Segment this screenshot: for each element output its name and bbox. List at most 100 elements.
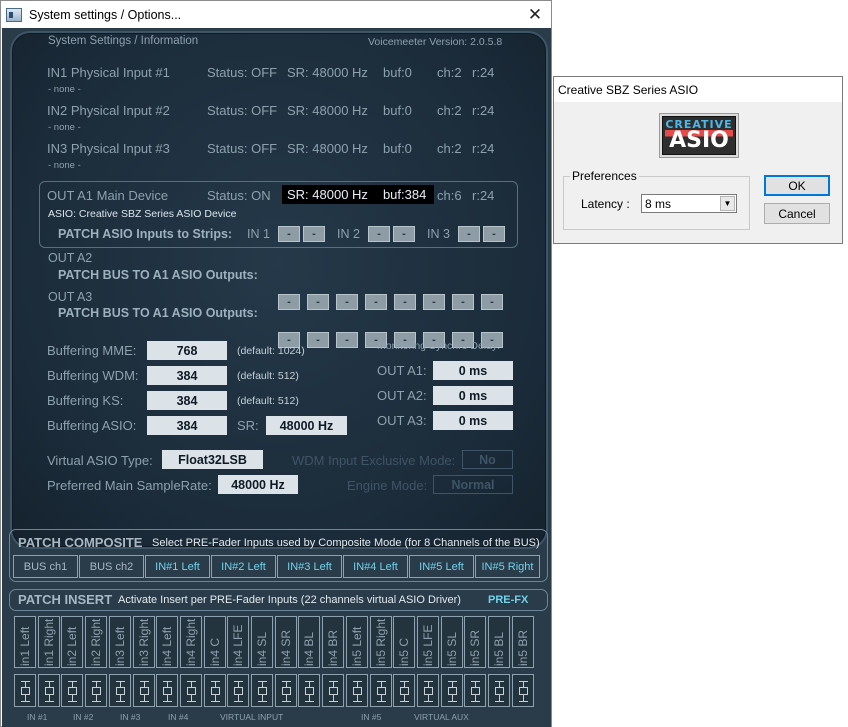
insert-line-icon xyxy=(495,701,504,702)
composite-button-6[interactable]: IN#4 Left xyxy=(343,555,408,578)
out-a1-name[interactable]: OUT A1 Main Device xyxy=(47,188,168,203)
patch-in2-left-button[interactable]: - xyxy=(368,226,390,242)
insert-channel-label: in5 LFE xyxy=(420,624,435,666)
latency-select[interactable]: 8 ms ▼ xyxy=(641,194,737,213)
composite-button-3[interactable]: IN#1 Left xyxy=(145,555,210,578)
patch-in3-right-button[interactable]: - xyxy=(483,226,505,242)
insert-toggle-button[interactable] xyxy=(488,674,510,707)
buffering-asio-value[interactable]: 384 xyxy=(147,416,227,435)
insert-channel-label: in3 Left xyxy=(112,626,127,666)
close-icon[interactable]: ✕ xyxy=(519,1,551,28)
insert-toggle-button[interactable] xyxy=(345,674,368,707)
out-a3-bus-3-button[interactable]: - xyxy=(336,332,358,348)
asio-dialog-title[interactable]: Creative SBZ Series ASIO xyxy=(554,77,842,102)
input-1-name[interactable]: IN1 Physical Input #1 xyxy=(47,65,170,80)
composite-button-7[interactable]: IN#5 Left xyxy=(409,555,474,578)
insert-line-icon xyxy=(68,701,78,702)
out-a2-name[interactable]: OUT A2 xyxy=(48,251,92,265)
patch-in1-left-button[interactable]: - xyxy=(278,226,300,242)
out-a2-bus-4-button[interactable]: - xyxy=(365,294,387,310)
composite-button-2[interactable]: BUS ch2 xyxy=(79,555,144,578)
insert-line-icon xyxy=(305,681,315,682)
chevron-down-icon[interactable]: ▼ xyxy=(720,196,735,211)
out-a2-bus-2-button[interactable]: - xyxy=(307,294,329,310)
out-a3-patch-label: PATCH BUS TO A1 ASIO Outputs: xyxy=(58,306,258,320)
insert-line-icon xyxy=(258,681,267,682)
app-icon xyxy=(6,7,22,22)
insert-toggle-button[interactable] xyxy=(132,674,155,707)
out-a2-bus-7-button[interactable]: - xyxy=(452,294,474,310)
insert-channel-label: in4 BL xyxy=(302,631,317,666)
insert-square-icon xyxy=(400,687,410,695)
out-a2-bus-5-button[interactable]: - xyxy=(394,294,416,310)
patch-insert-mode[interactable]: PRE-FX xyxy=(488,594,528,606)
patch-in2-right-button[interactable]: - xyxy=(393,226,415,242)
insert-toggle-button[interactable] xyxy=(14,674,36,707)
patch-in3-left-button[interactable]: - xyxy=(458,226,480,242)
composite-button-8[interactable]: IN#5 Right xyxy=(475,555,540,578)
cancel-button[interactable]: Cancel xyxy=(764,203,830,224)
insert-toggle-button[interactable] xyxy=(416,674,439,707)
insert-toggle-button[interactable] xyxy=(251,674,273,707)
insert-toggle-button[interactable] xyxy=(108,674,131,707)
insert-toggle-button[interactable] xyxy=(274,674,297,707)
composite-button-4[interactable]: IN#2 Left xyxy=(211,555,276,578)
asio-sr-label: SR: xyxy=(237,418,259,433)
insert-toggle-button[interactable] xyxy=(227,674,250,707)
patch-in3-label: IN 3 xyxy=(427,227,450,241)
insert-square-icon xyxy=(68,687,78,695)
insert-toggle-button[interactable] xyxy=(322,674,345,707)
buffering-wdm-value[interactable]: 384 xyxy=(147,366,227,385)
out-a3-bus-2-button[interactable]: - xyxy=(307,332,329,348)
input-2-device: - none - xyxy=(48,122,81,133)
input-1-ch: ch:2 xyxy=(437,65,462,80)
insert-toggle-button[interactable] xyxy=(511,674,534,707)
input-2-name[interactable]: IN2 Physical Input #2 xyxy=(47,103,170,118)
monitoring-a3-value[interactable]: 0 ms xyxy=(433,411,513,430)
insert-toggle-button[interactable] xyxy=(156,674,179,707)
insert-channel-label: in4 C xyxy=(207,637,222,666)
insert-toggle-button[interactable] xyxy=(61,674,84,707)
input-1-status: Status: OFF xyxy=(207,65,278,80)
title-bar[interactable]: System settings / Options... ✕ xyxy=(1,1,551,28)
out-a3-name[interactable]: OUT A3 xyxy=(48,290,92,304)
insert-toggle-button[interactable] xyxy=(464,674,487,707)
insert-toggle-button[interactable] xyxy=(203,674,226,707)
latency-label: Latency : xyxy=(581,197,630,211)
preferred-samplerate-value[interactable]: 48000 Hz xyxy=(218,475,298,494)
insert-toggle-button[interactable] xyxy=(440,674,463,707)
insert-line-icon xyxy=(234,701,244,702)
out-a1-ch: ch:6 xyxy=(437,188,462,203)
buffering-ks-value[interactable]: 384 xyxy=(147,391,227,410)
insert-channel-label: in2 Left xyxy=(65,626,80,666)
composite-button-1[interactable]: BUS ch1 xyxy=(13,555,78,578)
insert-line-icon xyxy=(21,701,30,702)
out-a2-bus-8-button[interactable]: - xyxy=(481,294,503,310)
insert-channel-label: in4 Left xyxy=(160,626,175,666)
insert-line-icon xyxy=(447,701,457,702)
insert-channel-label: in4 Right xyxy=(183,618,198,666)
insert-toggle-button[interactable] xyxy=(369,674,392,707)
virtual-asio-type-value[interactable]: Float32LSB xyxy=(162,450,263,469)
insert-line-icon xyxy=(376,681,386,682)
insert-channel-label: in4 SL xyxy=(255,631,269,666)
insert-toggle-button[interactable] xyxy=(393,674,416,707)
out-a2-bus-6-button[interactable]: - xyxy=(423,294,445,310)
input-2-buf: buf:0 xyxy=(383,103,412,118)
out-a2-bus-1-button[interactable]: - xyxy=(278,294,300,310)
input-3-name[interactable]: IN3 Physical Input #3 xyxy=(47,141,170,156)
insert-toggle-button[interactable] xyxy=(85,674,108,707)
monitoring-a1-value[interactable]: 0 ms xyxy=(433,361,513,380)
asio-sr-value[interactable]: 48000 Hz xyxy=(266,416,347,435)
monitoring-a2-value[interactable]: 0 ms xyxy=(433,386,513,405)
out-a2-bus-3-button[interactable]: - xyxy=(336,294,358,310)
asio-dialog: Creative SBZ Series ASIO CREATIVE ASIO P… xyxy=(553,76,843,244)
buffering-mme-value[interactable]: 768 xyxy=(147,341,227,360)
insert-toggle-button[interactable] xyxy=(179,674,202,707)
ok-button[interactable]: OK xyxy=(764,175,830,196)
input-3-status: Status: OFF xyxy=(207,141,278,156)
composite-button-5[interactable]: IN#3 Left xyxy=(277,555,342,578)
patch-in1-right-button[interactable]: - xyxy=(303,226,325,242)
insert-toggle-button[interactable] xyxy=(298,674,321,707)
insert-toggle-button[interactable] xyxy=(37,674,60,707)
